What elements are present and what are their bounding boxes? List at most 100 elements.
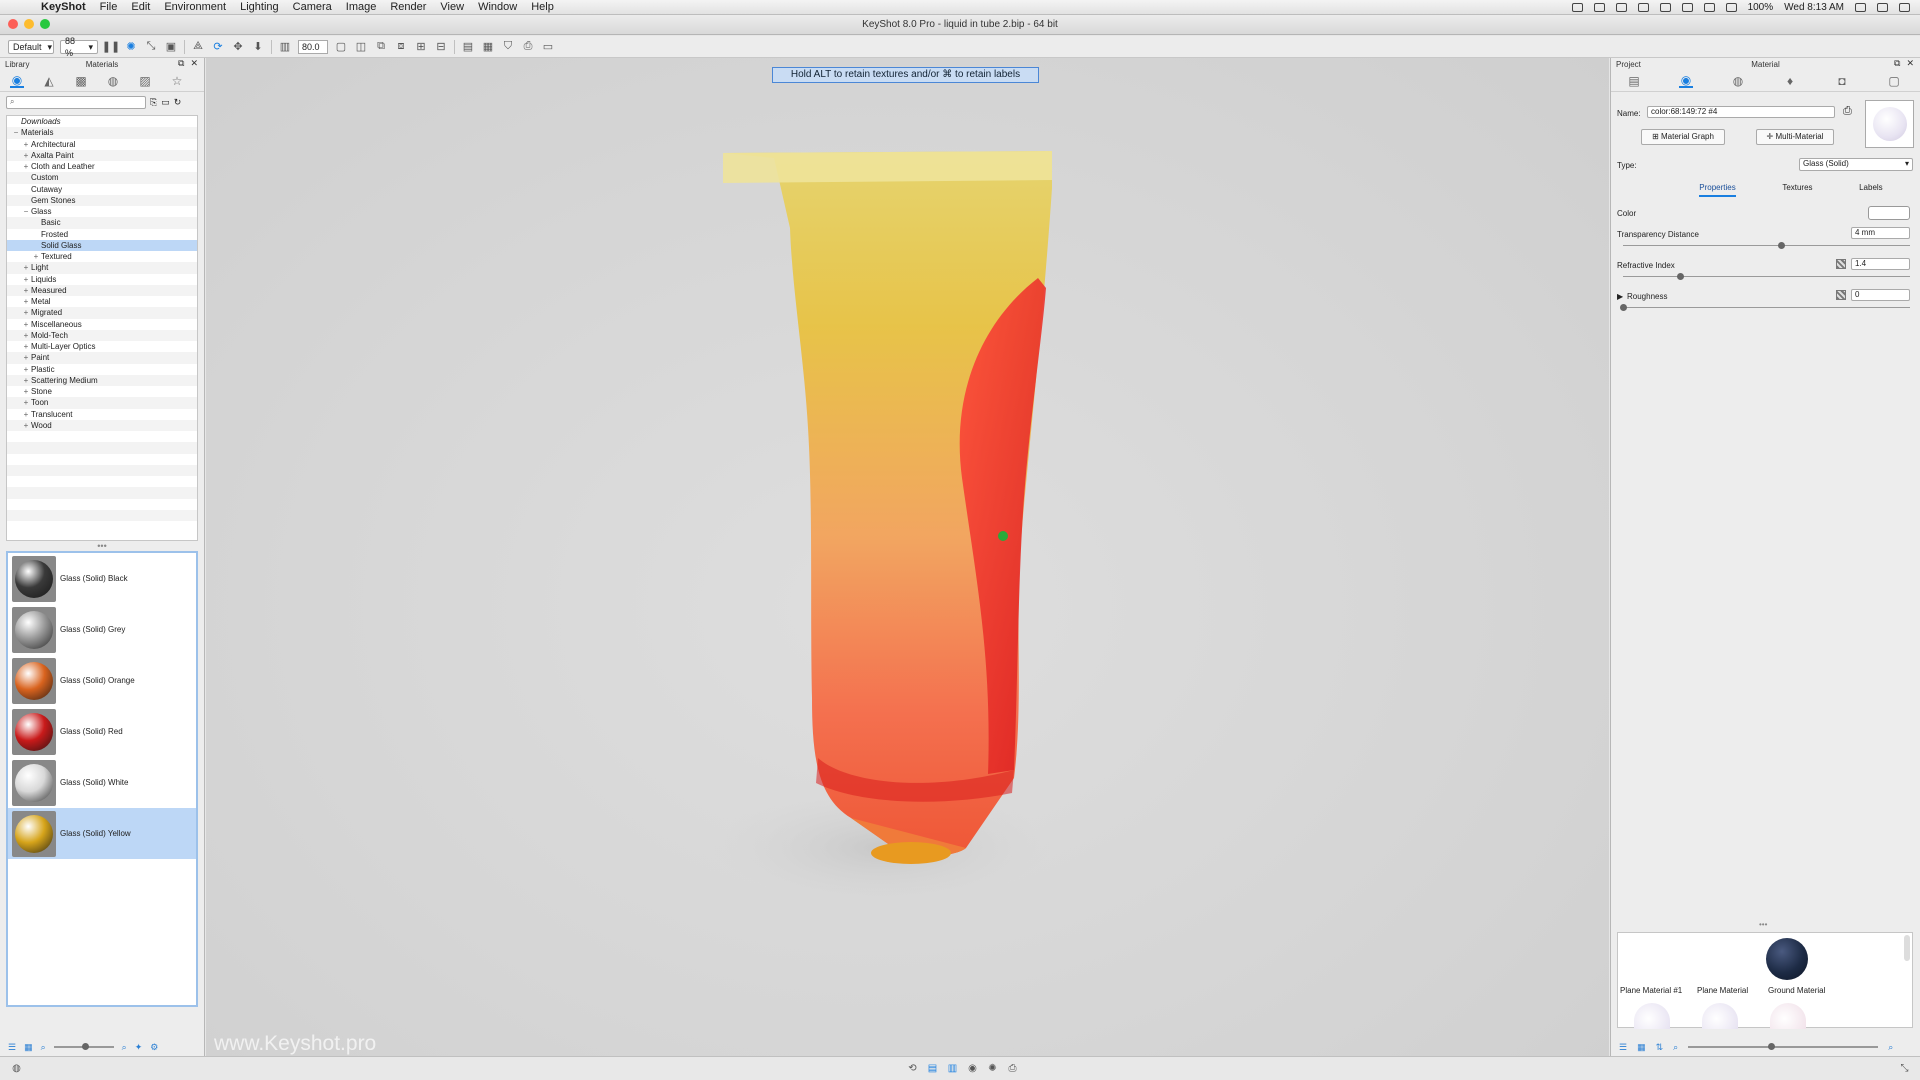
expand-toggle-icon[interactable]: +	[21, 161, 31, 172]
roughness-expand-icon[interactable]: ▶	[1617, 292, 1623, 301]
scene-tab-icon[interactable]: ▤	[1627, 74, 1641, 88]
monitor-icon[interactable]: ▭	[541, 40, 555, 54]
expand-toggle-icon[interactable]: +	[31, 251, 41, 262]
screenshot-icon[interactable]: ⎙	[521, 40, 535, 54]
detach-icon[interactable]: ⧉	[178, 58, 184, 69]
battery-percent[interactable]: 100%	[1748, 2, 1774, 13]
tree-item[interactable]: + Light	[7, 262, 197, 274]
tree-item[interactable]: + Architectural	[7, 139, 197, 150]
expand-toggle-icon[interactable]: +	[21, 307, 31, 318]
refresh-icon[interactable]: ↻	[174, 97, 182, 108]
tree-item[interactable]: + Liquids	[7, 274, 197, 285]
expand-toggle-icon[interactable]: +	[21, 139, 31, 150]
grid-view-icon[interactable]: ▦	[1637, 1042, 1646, 1053]
tree-item[interactable]: − Materials	[7, 127, 197, 139]
zoom-select[interactable]: 88 % ▾	[60, 36, 98, 58]
spotlight-icon[interactable]	[1877, 3, 1888, 12]
texture-map-icon[interactable]	[1836, 290, 1846, 300]
tree-item[interactable]: + Miscellaneous	[7, 319, 197, 330]
settings-icon[interactable]: ⚙	[150, 1042, 158, 1053]
expand-toggle-icon[interactable]: +	[21, 285, 31, 296]
expand-toggle-icon[interactable]: +	[21, 296, 31, 307]
expand-toggle-icon[interactable]: +	[21, 150, 31, 161]
tree-item[interactable]: + Axalta Paint	[7, 149, 197, 161]
dropbox-icon[interactable]	[1571, 3, 1583, 12]
tree-item[interactable]: Cutaway	[7, 184, 197, 195]
menu-help[interactable]: Help	[524, 1, 561, 13]
tree-item[interactable]: Custom	[7, 172, 197, 184]
add-geometry-icon[interactable]: ⧉	[374, 40, 388, 54]
tree-item[interactable]: Frosted	[7, 229, 197, 240]
menu-image[interactable]: Image	[339, 1, 384, 13]
cloud-icon[interactable]	[1637, 3, 1649, 12]
tumble-icon[interactable]: ⟳	[211, 40, 225, 54]
wifi-icon[interactable]	[1703, 3, 1715, 12]
volume-icon[interactable]	[1725, 3, 1737, 12]
expand-toggle-icon[interactable]: +	[21, 386, 31, 397]
thumbnail-size-slider[interactable]	[1688, 1043, 1879, 1050]
tree-item[interactable]: + Measured	[7, 284, 197, 296]
multi-material-button[interactable]: ✛ Multi-Material	[1756, 129, 1834, 145]
favorites-tab-icon[interactable]: ☆	[170, 74, 184, 88]
sort-icon[interactable]: ⇅	[1656, 1042, 1664, 1053]
material-ball[interactable]	[1702, 1003, 1738, 1029]
tree-item[interactable]: + Toon	[7, 397, 197, 409]
close-icon[interactable]: ✕	[190, 58, 198, 69]
material-graph-button[interactable]: ⊞ Material Graph	[1641, 129, 1725, 145]
expand-toggle-icon[interactable]: +	[21, 274, 31, 285]
expand-toggle-icon[interactable]: −	[21, 206, 31, 217]
menu-edit[interactable]: Edit	[124, 1, 157, 13]
geometry-view-icon[interactable]: ⟁	[191, 40, 205, 54]
time-machine-icon[interactable]	[1659, 3, 1671, 12]
ground-material-ball[interactable]	[1766, 938, 1808, 980]
tree-item[interactable]: + Metal	[7, 296, 197, 307]
material-name-input[interactable]: color:68:149:72 #4	[1647, 106, 1835, 118]
roughness-input[interactable]: 0	[1851, 289, 1910, 301]
menu-environment[interactable]: Environment	[157, 1, 233, 13]
tree-item[interactable]: + Multi-Layer Optics	[7, 341, 197, 352]
material-ball[interactable]	[1634, 1003, 1670, 1029]
material-ball[interactable]	[1770, 1003, 1806, 1029]
transparency-slider[interactable]	[1623, 245, 1910, 246]
close-icon[interactable]: ✕	[1906, 58, 1914, 69]
tab-properties[interactable]: Properties	[1699, 183, 1736, 197]
close-window-button[interactable]	[8, 19, 18, 29]
detach-icon[interactable]: ⧉	[1894, 58, 1900, 69]
keyshotxr-icon[interactable]: ✺	[986, 1062, 999, 1075]
library-toggle-icon[interactable]: ▤	[926, 1062, 939, 1075]
expand-toggle-icon[interactable]: +	[21, 409, 31, 420]
expand-toggle-icon[interactable]: +	[21, 330, 31, 341]
tree-item[interactable]: + Plastic	[7, 364, 197, 375]
tree-item[interactable]: − Glass	[7, 206, 197, 217]
color-swatch[interactable]	[1868, 206, 1910, 220]
scrollbar[interactable]	[1904, 935, 1910, 961]
tree-item[interactable]: + Wood	[7, 419, 197, 431]
roughness-slider[interactable]	[1623, 307, 1910, 308]
zoom-out-icon[interactable]: ⌕	[41, 1042, 46, 1053]
panel-splitter[interactable]: •••	[0, 542, 204, 551]
refractive-knob[interactable]	[1677, 273, 1685, 280]
environment-tab-icon[interactable]: ◍	[1731, 74, 1745, 88]
bluetooth-icon[interactable]	[1681, 3, 1693, 12]
messages-icon[interactable]: ◍	[10, 1062, 23, 1075]
tree-item[interactable]: + Mold-Tech	[7, 329, 197, 341]
material-thumbnail[interactable]: Glass (Solid) Grey	[8, 604, 196, 655]
render-icon[interactable]: ⎙	[1006, 1062, 1019, 1075]
crop-icon[interactable]: ▣	[164, 40, 178, 54]
tree-item[interactable]: Solid Glass	[7, 239, 197, 251]
render-icon[interactable]: ✦	[135, 1042, 143, 1053]
panel-splitter[interactable]: •••	[1759, 920, 1767, 929]
user-icon[interactable]	[1855, 3, 1866, 12]
render-viewport[interactable]: Hold ALT to retain textures and/or ⌘ to …	[206, 58, 1609, 1056]
layout-icon[interactable]: ⊟	[434, 40, 448, 54]
focal-length-input[interactable]: 80.0	[298, 39, 328, 54]
material-thumbnail[interactable]: Glass (Solid) Red	[8, 706, 196, 757]
tree-item[interactable]: Downloads	[7, 116, 197, 127]
zoom-in-icon[interactable]: ⌕	[122, 1042, 127, 1053]
slider-knob[interactable]	[1768, 1043, 1776, 1050]
notification-icon[interactable]	[1899, 3, 1910, 12]
expand-toggle-icon[interactable]: +	[21, 420, 31, 431]
materials-tab-icon[interactable]: ◉	[10, 73, 24, 88]
backplates-tab-icon[interactable]: ▨	[138, 74, 152, 88]
folder-icon[interactable]: ▭	[161, 97, 170, 108]
